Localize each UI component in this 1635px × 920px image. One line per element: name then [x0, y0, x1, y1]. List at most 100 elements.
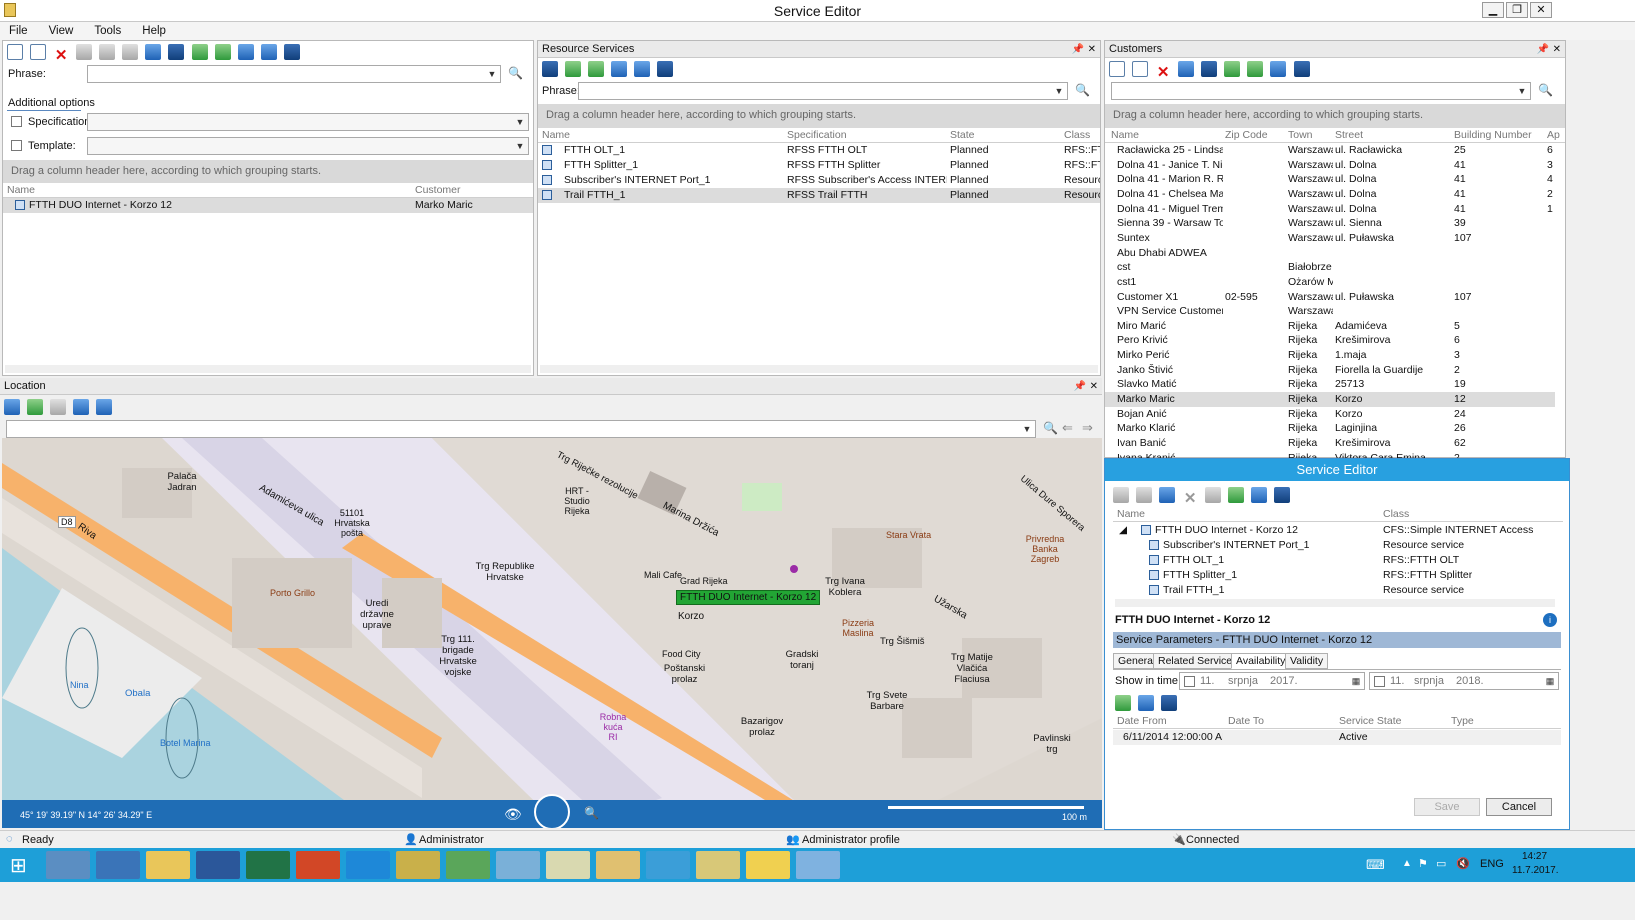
binoculars-icon[interactable]: [168, 44, 185, 60]
chevron-down-icon[interactable]: ▼: [1019, 421, 1035, 437]
chevron-down-icon[interactable]: ▼: [1051, 83, 1067, 99]
print-icon[interactable]: [1178, 61, 1195, 77]
export-icon[interactable]: [1224, 61, 1241, 77]
table-row[interactable]: 6/11/2014 12:00:00 AM Active: [1113, 730, 1561, 745]
duplicate-icon[interactable]: [1159, 487, 1176, 503]
table-row[interactable]: Pero Krivić Rijeka Krešimirova 6: [1105, 333, 1555, 348]
filter-icon[interactable]: [145, 44, 162, 60]
delete-icon[interactable]: ✕: [53, 48, 69, 64]
table-row[interactable]: Dolna 41 - Marion R. Ri Warszawa ul. Dolna…: [1105, 172, 1555, 187]
search-panel-icon[interactable]: [1274, 487, 1291, 503]
export-icon[interactable]: [1228, 487, 1245, 503]
specification-select[interactable]: ▼: [87, 113, 529, 131]
search-panel-icon[interactable]: [1293, 61, 1310, 77]
column-service-state[interactable]: Service State: [1339, 715, 1401, 727]
link-icon[interactable]: [99, 44, 116, 60]
table-row[interactable]: cst1 Ożarów M: [1105, 275, 1555, 290]
horizontal-scrollbar[interactable]: [540, 365, 1098, 373]
tray-chevron-icon[interactable]: ▲: [1402, 858, 1412, 869]
info-icon[interactable]: i: [1543, 613, 1557, 627]
table-row[interactable]: Sienna 39 - Warsaw Tov Warszawa ul. Sienna…: [1105, 216, 1555, 231]
address-search-input[interactable]: ▼: [6, 420, 1036, 438]
unlink-icon[interactable]: [122, 44, 139, 60]
binoculars-icon[interactable]: [542, 61, 558, 77]
language-indicator[interactable]: ENG: [1480, 858, 1504, 870]
word-icon[interactable]: [196, 851, 240, 879]
column-street[interactable]: Street: [1335, 129, 1363, 141]
table-row[interactable]: Janko Štivić Rijeka Fiorella la Guardije 2: [1105, 363, 1555, 378]
search-app-icon[interactable]: [646, 851, 690, 879]
table-row[interactable]: Dolna 41 - Janice T. Nic Warszawa ul. Doln…: [1105, 158, 1555, 173]
table-row[interactable]: Abu Dhabi ADWEA: [1105, 246, 1555, 261]
excel-icon[interactable]: [246, 851, 290, 879]
refresh-icon[interactable]: [1247, 61, 1264, 77]
column-class[interactable]: Class: [1064, 129, 1090, 141]
column-specification[interactable]: Specification: [787, 129, 847, 141]
delete-icon[interactable]: ✕: [1182, 491, 1198, 507]
table-row[interactable]: FTTH Splitter_1 RFSS FTTH Splitter Planned…: [538, 158, 1100, 173]
chevron-down-icon[interactable]: ▼: [512, 138, 528, 154]
download-icon[interactable]: [1270, 61, 1287, 77]
table-row[interactable]: Ivan Banić Rijeka Krešimirova 62: [1105, 436, 1555, 451]
eraser-icon[interactable]: [50, 399, 67, 415]
template-select[interactable]: ▼: [87, 137, 529, 155]
table-row[interactable]: Subscriber's INTERNET Port_1 RFSS Subscri…: [538, 173, 1100, 188]
windows-start-icon[interactable]: ⊞: [10, 853, 27, 878]
keyboard-icon[interactable]: ⌨: [1366, 857, 1385, 873]
delete-icon[interactable]: ✕: [1155, 65, 1171, 81]
export-icon[interactable]: [1115, 695, 1131, 711]
app-icon[interactable]: [446, 851, 490, 879]
powershell-icon[interactable]: [96, 851, 140, 879]
column-class[interactable]: Class: [1383, 508, 1409, 520]
date-from-checkbox[interactable]: [1184, 676, 1195, 687]
refresh-icon[interactable]: [588, 61, 605, 77]
chevron-down-icon[interactable]: ▼: [1514, 83, 1530, 99]
settings-icon[interactable]: [496, 851, 540, 879]
column-name[interactable]: Name: [542, 129, 570, 141]
table-row[interactable]: VPN Service Customer Warszawa: [1105, 304, 1555, 319]
column-date-to[interactable]: Date To: [1228, 715, 1264, 727]
menu-view[interactable]: View: [40, 22, 83, 40]
table-row[interactable]: Slavko Matić Rijeka 25713 19: [1105, 377, 1555, 392]
download-icon[interactable]: [260, 44, 277, 60]
new-icon[interactable]: [1113, 487, 1129, 503]
table-row[interactable]: cst Białobrze: [1105, 260, 1555, 275]
date-to-picker[interactable]: 11. srpnja 2018. ▦: [1369, 672, 1559, 690]
table-row[interactable]: Bojan Anić Rijeka Korzo 24: [1105, 407, 1555, 422]
edit-icon[interactable]: [30, 44, 47, 60]
table-row[interactable]: Marko Klarić Rijeka Laginjina 26: [1105, 421, 1555, 436]
close-icon[interactable]: ✕: [1090, 378, 1098, 395]
pan-control[interactable]: [534, 794, 570, 828]
maximize-button[interactable]: ❐: [1506, 2, 1528, 18]
horizontal-scrollbar[interactable]: [5, 365, 531, 373]
powerpoint-icon[interactable]: [296, 851, 340, 879]
map-view[interactable]: Trg Republike Hrvatske Trg 111. brigade …: [2, 438, 1102, 828]
service-editor-icon[interactable]: [546, 851, 590, 879]
close-icon[interactable]: ✕: [1088, 41, 1096, 58]
print-icon[interactable]: [237, 44, 254, 60]
tab-validity[interactable]: Validity: [1285, 653, 1329, 669]
column-apartment[interactable]: Ap: [1547, 129, 1560, 141]
column-type[interactable]: Type: [1451, 715, 1474, 727]
column-state[interactable]: State: [950, 129, 975, 141]
tree-row[interactable]: ◢ FTTH DUO Internet - Korzo 12 CFS::Simple…: [1113, 523, 1561, 538]
flag-icon[interactable]: ⚑: [1418, 857, 1428, 870]
print-icon[interactable]: [611, 61, 628, 77]
tab-availability[interactable]: Availability: [1231, 653, 1291, 669]
date-to-checkbox[interactable]: [1374, 676, 1385, 687]
search-panel-icon[interactable]: [657, 61, 674, 77]
search-panel-icon[interactable]: [1161, 695, 1178, 711]
new-icon[interactable]: [7, 44, 23, 60]
download-icon[interactable]: [1138, 695, 1155, 711]
date-from-picker[interactable]: 11. srpnja 2017. ▦: [1179, 672, 1365, 690]
tree-row[interactable]: Subscriber's INTERNET Port_1 Resource ser…: [1113, 538, 1561, 553]
forward-arrow-icon[interactable]: ⇒: [1082, 420, 1093, 436]
table-row[interactable]: Racławicka 25 - Lindsay Warszawa ul. Racła…: [1105, 143, 1555, 158]
tools-icon[interactable]: [696, 851, 740, 879]
pin-icon[interactable]: 📌: [1072, 41, 1084, 58]
search-panel-icon[interactable]: [283, 44, 300, 60]
horizontal-scrollbar[interactable]: [1115, 599, 1555, 607]
cancel-button[interactable]: Cancel: [1486, 798, 1552, 816]
pin-icon[interactable]: 📌: [1537, 41, 1549, 58]
close-icon[interactable]: ✕: [1553, 41, 1561, 58]
